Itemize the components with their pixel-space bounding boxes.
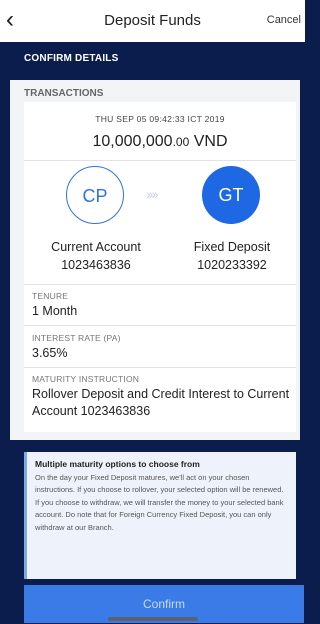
currency: VND xyxy=(193,133,228,150)
interest-rate-value: 3.65% xyxy=(32,346,68,360)
maturity-instruction-label: MATURITY INSTRUCTION xyxy=(32,374,140,384)
home-indicator xyxy=(108,617,198,621)
to-account-avatar: GT xyxy=(202,166,260,224)
tenure-label: TENURE xyxy=(32,291,69,301)
section-title: CONFIRM DETAILS xyxy=(0,42,305,72)
divider xyxy=(24,160,296,161)
transfer-arrows-icon: ›››› xyxy=(146,186,159,202)
from-account-name: Current Account xyxy=(51,240,141,254)
amount-main: 10,000,000 xyxy=(92,133,173,150)
from-account-number: 1023463836 xyxy=(61,258,131,272)
divider xyxy=(24,284,296,285)
transaction-amount: 10,000,000.00 VND xyxy=(24,133,296,151)
info-title: Multiple maturity options to choose from xyxy=(35,459,200,469)
amount-decimal: .00 xyxy=(172,135,190,149)
transaction-date: THU SEP 05 09:42:33 ICT 2019 xyxy=(95,114,225,124)
top-bar: ‹ Deposit Funds Cancel xyxy=(0,0,305,42)
divider xyxy=(24,325,296,326)
divider xyxy=(24,367,296,368)
cancel-button[interactable]: Cancel xyxy=(267,14,301,26)
from-account-avatar: CP xyxy=(66,166,124,224)
info-body: On the day your Fixed Deposit matures, w… xyxy=(35,473,284,532)
interest-rate-label: INTEREST RATE (PA) xyxy=(32,333,121,343)
to-account-name: Fixed Deposit xyxy=(193,240,271,254)
maturity-info-box: Multiple maturity options to choose from… xyxy=(24,452,296,579)
page-title: Deposit Funds xyxy=(104,12,201,29)
maturity-instruction-value: Rollover Deposit and Credit Interest to … xyxy=(32,387,290,418)
transactions-label: TRANSACTIONS xyxy=(24,88,104,99)
transaction-card: THU SEP 05 09:42:33 ICT 2019 10,000,000.… xyxy=(24,102,296,432)
tenure-value: 1 Month xyxy=(32,304,78,318)
to-account-number: 1020233392 xyxy=(197,258,267,272)
